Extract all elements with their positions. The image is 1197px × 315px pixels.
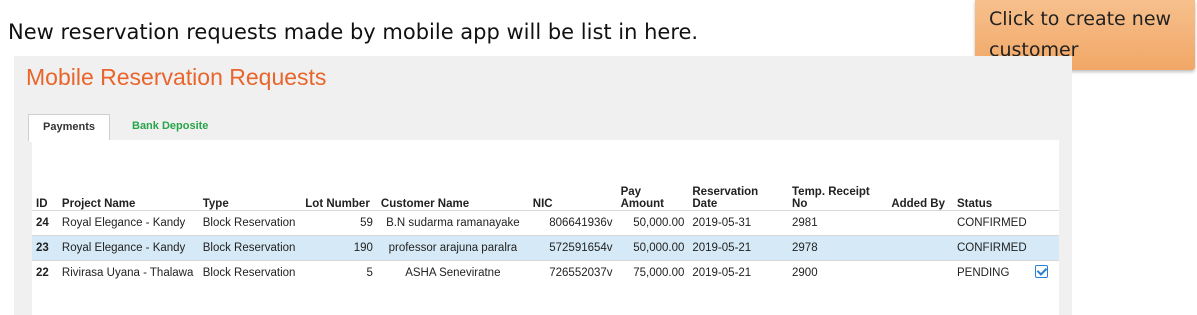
- reservation-panel: Mobile Reservation Requests Payments Ban…: [14, 56, 1072, 315]
- cell-added-by: [887, 235, 953, 261]
- cell-type: Block Reservation: [198, 210, 302, 236]
- tab-bar: Payments Bank Deposite: [28, 114, 1059, 142]
- col-action: [1031, 174, 1059, 211]
- col-date: Reservation Date: [692, 186, 759, 210]
- col-project: Project Name: [61, 198, 136, 210]
- col-receipt-line2: No: [792, 198, 808, 210]
- col-customer: Customer Name: [380, 198, 470, 210]
- table-row[interactable]: 24 Royal Elegance - Kandy Block Reservat…: [32, 210, 1059, 236]
- cell-status: PENDING: [953, 260, 1031, 285]
- cell-added-by: [887, 260, 953, 285]
- col-receipt: Temp. Receipt No: [788, 174, 887, 211]
- cell-customer: B.N sudarma ramanayake: [376, 210, 529, 236]
- cell-lot: 190: [301, 235, 377, 261]
- cell-date: 2019-05-31: [688, 210, 789, 236]
- col-status: Status: [957, 198, 993, 210]
- cell-pay: 50,000.00: [616, 235, 689, 261]
- cell-nic: 572591654v: [528, 235, 617, 261]
- cell-added-by: [887, 210, 953, 236]
- create-customer-checkbox-icon[interactable]: [1034, 265, 1048, 278]
- cell-pay: 50,000.00: [616, 210, 689, 236]
- cell-project: Rivirasa Uyana - Thalawa: [57, 260, 199, 285]
- cell-action: [1030, 210, 1059, 236]
- cell-action: [1030, 235, 1059, 261]
- col-lot: Lot Number: [305, 198, 370, 210]
- col-pay: Pay Amount: [620, 186, 664, 210]
- cell-nic: 726552037v: [528, 260, 617, 285]
- cell-nic: 806641936v: [528, 210, 617, 236]
- table-header-row: ID Project Name Type Lot Number Customer…: [32, 174, 1059, 211]
- cell-lot: 59: [301, 210, 377, 236]
- cell-id: 23: [32, 235, 58, 261]
- callout-line1: Click to create new: [989, 8, 1172, 30]
- cell-receipt: 2900: [788, 260, 888, 285]
- cell-receipt: 2981: [788, 210, 888, 236]
- cell-customer: ASHA Seneviratne: [376, 260, 529, 285]
- requests-table: ID Project Name Type Lot Number Customer…: [32, 174, 1059, 285]
- page-title: Mobile Reservation Requests: [26, 64, 327, 90]
- tab-payments[interactable]: Payments: [28, 114, 110, 142]
- col-receipt-line1: Temp. Receipt: [792, 186, 870, 198]
- cell-type: Block Reservation: [198, 235, 302, 261]
- cell-pay: 75,000.00: [616, 260, 689, 285]
- col-id: ID: [36, 198, 48, 210]
- cell-action: [1030, 260, 1059, 285]
- col-added-by: Added By: [891, 198, 945, 210]
- cell-project: Royal Elegance - Kandy: [57, 210, 199, 236]
- col-type: Type: [202, 198, 229, 210]
- table-row[interactable]: 22 Rivirasa Uyana - Thalawa Block Reserv…: [32, 260, 1059, 285]
- cell-date: 2019-05-21: [688, 260, 789, 285]
- table-row[interactable]: 23 Royal Elegance - Kandy Block Reservat…: [32, 235, 1059, 261]
- requests-table-container: ID Project Name Type Lot Number Customer…: [32, 140, 1059, 315]
- cell-receipt: 2978: [788, 235, 888, 261]
- cell-id: 24: [32, 210, 58, 236]
- cell-status: CONFIRMED: [953, 210, 1031, 236]
- cell-id: 22: [32, 260, 58, 285]
- cell-date: 2019-05-21: [688, 235, 789, 261]
- col-nic: NIC: [532, 198, 553, 210]
- instruction-caption: New reservation requests made by mobile …: [8, 20, 699, 44]
- cell-project: Royal Elegance - Kandy: [57, 235, 199, 261]
- cell-lot: 5: [301, 260, 377, 285]
- tab-bank-deposite[interactable]: Bank Deposite: [118, 114, 222, 140]
- cell-status: CONFIRMED: [953, 235, 1031, 261]
- cell-type: Block Reservation: [198, 260, 302, 285]
- cell-customer: professor arajuna paralra: [376, 235, 529, 261]
